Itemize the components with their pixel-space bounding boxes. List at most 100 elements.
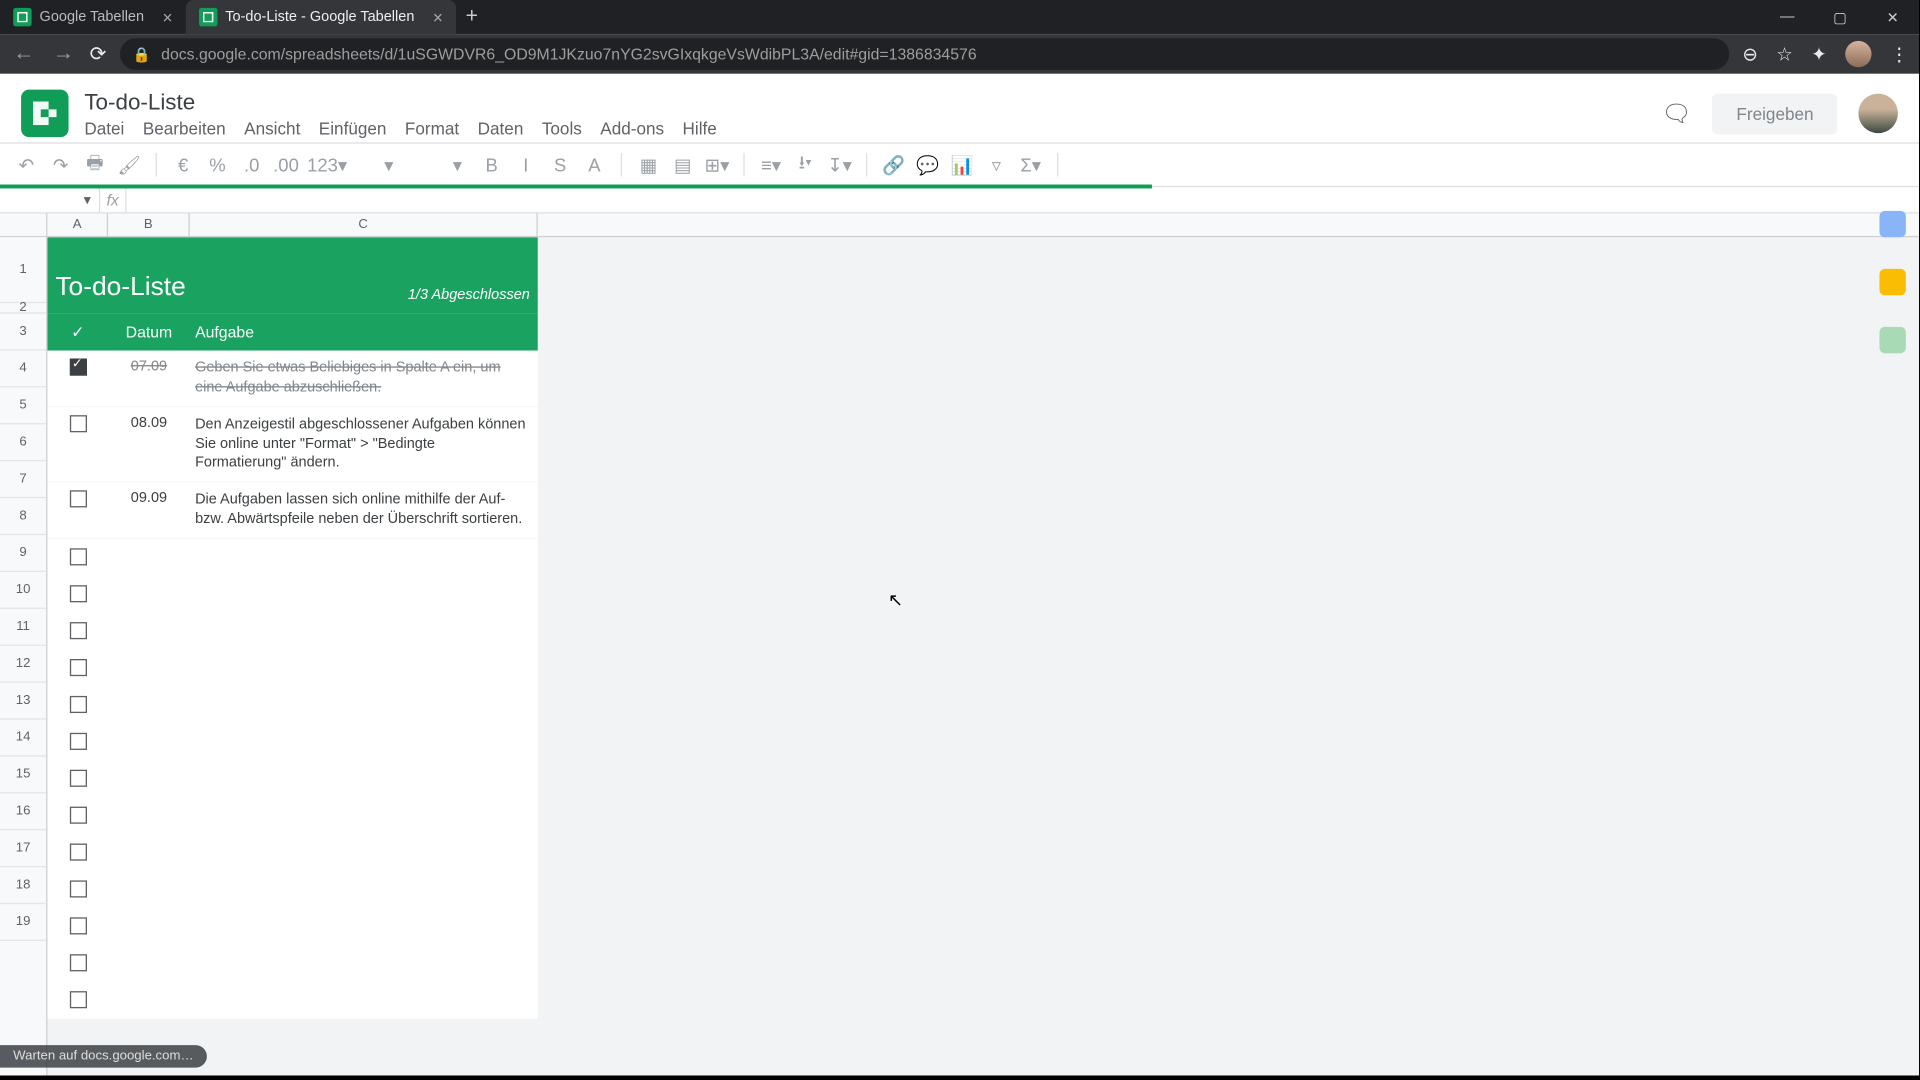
back-button[interactable]: ←: [11, 42, 37, 66]
todo-task[interactable]: Geben Sie etwas Beliebiges in Spalte A e…: [190, 356, 538, 400]
row-header[interactable]: 13: [0, 683, 46, 720]
column-header-C[interactable]: C: [190, 214, 538, 236]
row-header[interactable]: 16: [0, 793, 46, 830]
toolbar-button[interactable]: S: [547, 154, 573, 175]
spreadsheet-cells[interactable]: To-do-Liste 1/3 Abgeschlossen ✓ Datum Au…: [47, 237, 1919, 1075]
todo-row-empty[interactable]: [47, 613, 537, 650]
toolbar-button[interactable]: 🖌: [116, 154, 142, 176]
window-minimize-button[interactable]: —: [1761, 0, 1814, 34]
row-header[interactable]: 8: [0, 498, 46, 535]
toolbar-button[interactable]: 💬: [915, 154, 941, 176]
toolbar-button[interactable]: I: [513, 154, 539, 175]
browser-tab[interactable]: To-do-Liste - Google Tabellen×: [186, 0, 456, 34]
todo-date[interactable]: 08.09: [108, 412, 190, 430]
checkbox[interactable]: [69, 991, 86, 1008]
bookmark-icon[interactable]: ☆: [1776, 43, 1793, 65]
browser-tab[interactable]: Google Tabellen×: [0, 0, 186, 34]
todo-row-empty[interactable]: [47, 908, 537, 945]
checkbox[interactable]: [69, 622, 86, 639]
checkbox[interactable]: [69, 358, 86, 375]
row-header[interactable]: 5: [0, 387, 46, 424]
row-header[interactable]: 18: [0, 867, 46, 904]
checkbox[interactable]: [69, 733, 86, 750]
chrome-menu-button[interactable]: ⋮: [1890, 43, 1908, 65]
document-title[interactable]: To-do-Liste: [84, 89, 716, 115]
todo-row-empty[interactable]: [47, 834, 537, 871]
row-header[interactable]: 11: [0, 609, 46, 646]
toolbar-button[interactable]: ▦: [635, 154, 661, 176]
row-header[interactable]: 19: [0, 904, 46, 941]
todo-row-empty[interactable]: [47, 871, 537, 908]
side-panel-app-icon[interactable]: [1879, 327, 1905, 353]
todo-row-empty[interactable]: [47, 945, 537, 982]
checkbox[interactable]: [69, 585, 86, 602]
row-header[interactable]: 9: [0, 535, 46, 572]
toolbar-button[interactable]: ▾: [376, 154, 402, 176]
checkbox[interactable]: [69, 843, 86, 860]
share-button[interactable]: Freigeben: [1713, 93, 1838, 134]
todo-row-empty[interactable]: [47, 723, 537, 760]
toolbar-button[interactable]: A: [581, 154, 607, 175]
todo-row-empty[interactable]: [47, 576, 537, 613]
row-header[interactable]: 10: [0, 572, 46, 609]
menu-tools[interactable]: Tools: [542, 118, 582, 138]
checkbox[interactable]: [69, 880, 86, 897]
sheets-logo-icon[interactable]: [21, 90, 68, 137]
row-header[interactable]: 2: [0, 303, 46, 314]
toolbar-button[interactable]: B: [478, 154, 504, 175]
column-header-A[interactable]: A: [47, 214, 108, 236]
tab-close-button[interactable]: ×: [433, 7, 443, 27]
reload-button[interactable]: ⟳: [90, 42, 107, 66]
todo-row-empty[interactable]: [47, 687, 537, 724]
comments-button[interactable]: 🗨: [1661, 100, 1691, 128]
toolbar-button[interactable]: 🔗: [880, 154, 906, 176]
toolbar-button[interactable]: ↶: [13, 154, 39, 176]
toolbar-button[interactable]: %: [204, 154, 230, 175]
toolbar-button[interactable]: ↧▾: [826, 154, 852, 176]
new-tab-button[interactable]: +: [456, 0, 488, 34]
checkbox[interactable]: [69, 806, 86, 823]
menu-einfügen[interactable]: Einfügen: [319, 118, 387, 138]
toolbar-button[interactable]: ▿: [983, 154, 1009, 176]
profile-avatar[interactable]: [1845, 41, 1871, 67]
row-header[interactable]: 17: [0, 830, 46, 867]
side-panel-app-icon[interactable]: [1879, 269, 1905, 295]
menu-hilfe[interactable]: Hilfe: [683, 118, 717, 138]
extensions-icon[interactable]: ✦: [1811, 43, 1826, 65]
todo-date[interactable]: 07.09: [108, 356, 190, 374]
row-header[interactable]: 7: [0, 461, 46, 498]
menu-bearbeiten[interactable]: Bearbeiten: [143, 118, 226, 138]
window-maximize-button[interactable]: ▢: [1814, 0, 1867, 34]
checkbox[interactable]: [69, 491, 86, 508]
tab-close-button[interactable]: ×: [163, 7, 173, 27]
window-close-button[interactable]: ✕: [1866, 0, 1919, 34]
todo-row-empty[interactable]: [47, 650, 537, 687]
todo-row[interactable]: 08.09Den Anzeigestil abgeschlossener Auf…: [47, 407, 537, 483]
todo-row-empty[interactable]: [47, 539, 537, 576]
checkbox[interactable]: [69, 659, 86, 676]
toolbar-button[interactable]: ▤: [670, 154, 696, 176]
toolbar-button[interactable]: €: [170, 154, 196, 175]
todo-row-empty[interactable]: [47, 982, 537, 1019]
toolbar-button[interactable]: Σ▾: [1017, 154, 1043, 176]
row-header[interactable]: 14: [0, 720, 46, 757]
menu-add-ons[interactable]: Add-ons: [600, 118, 664, 138]
todo-task[interactable]: Den Anzeigestil abgeschlossener Aufgaben…: [190, 412, 538, 476]
menu-ansicht[interactable]: Ansicht: [244, 118, 300, 138]
checkbox[interactable]: [69, 548, 86, 565]
toolbar-button[interactable]: 123▾: [307, 154, 333, 176]
todo-row-empty[interactable]: [47, 797, 537, 834]
column-header-B[interactable]: B: [108, 214, 190, 236]
todo-row[interactable]: 09.09Die Aufgaben lassen sich online mit…: [47, 483, 537, 539]
toolbar-button[interactable]: ≡▾: [758, 154, 784, 176]
toolbar-button[interactable]: ↷: [47, 154, 73, 176]
toolbar-button[interactable]: ⭳▾: [792, 149, 818, 181]
row-header[interactable]: 6: [0, 424, 46, 461]
checkbox[interactable]: [69, 696, 86, 713]
toolbar-button[interactable]: .00: [273, 154, 299, 175]
account-avatar[interactable]: [1858, 94, 1898, 134]
url-field[interactable]: 🔒 docs.google.com/spreadsheets/d/1uSGWDV…: [119, 38, 1729, 70]
checkbox[interactable]: [69, 917, 86, 934]
select-all-corner[interactable]: [0, 214, 47, 238]
row-header[interactable]: 3: [0, 314, 46, 351]
